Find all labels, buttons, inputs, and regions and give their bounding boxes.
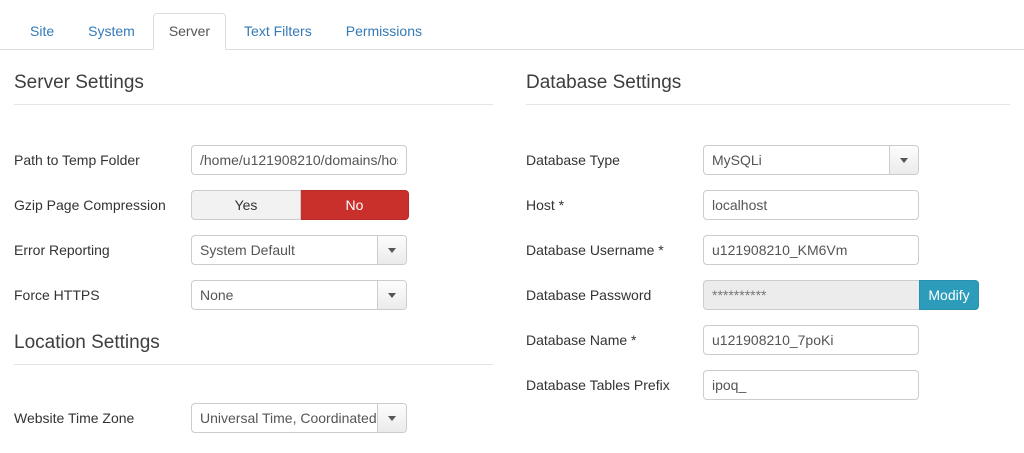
force-https-select[interactable]: None (191, 280, 407, 310)
location-settings-title: Location Settings (14, 331, 493, 365)
host-input[interactable] (703, 190, 919, 220)
database-password-label: Database Password (526, 287, 703, 304)
field-host: Host * (526, 190, 1010, 220)
server-settings-title: Server Settings (14, 71, 493, 105)
field-database-tables-prefix: Database Tables Prefix (526, 370, 1010, 400)
left-column: Server Settings Path to Temp Folder Gzip… (14, 50, 512, 448)
website-timezone-select[interactable]: Universal Time, Coordinated ... (191, 403, 407, 433)
server-tab-panel: Server Settings Path to Temp Folder Gzip… (0, 50, 1024, 448)
right-column: Database Settings Database Type MySQLi H… (512, 50, 1010, 448)
field-database-username: Database Username * (526, 235, 1010, 265)
website-timezone-label: Website Time Zone (14, 410, 191, 427)
settings-tabbar: Site System Server Text Filters Permissi… (0, 13, 1024, 50)
database-type-caret-button[interactable] (889, 146, 918, 174)
database-password-input (703, 280, 919, 310)
database-tables-prefix-input[interactable] (703, 370, 919, 400)
tab-system[interactable]: System (72, 13, 151, 50)
field-database-password: Database Password Modify (526, 280, 1010, 310)
database-type-label: Database Type (526, 152, 703, 169)
caret-down-icon (388, 416, 396, 421)
field-website-timezone: Website Time Zone Universal Time, Coordi… (14, 403, 493, 433)
caret-down-icon (900, 158, 908, 163)
database-password-group: Modify (703, 280, 979, 310)
gzip-compression-label: Gzip Page Compression (14, 197, 191, 214)
tab-permissions[interactable]: Permissions (330, 13, 438, 50)
modify-password-button[interactable]: Modify (919, 280, 979, 310)
database-name-label: Database Name * (526, 332, 703, 349)
gzip-yes-button[interactable]: Yes (191, 190, 301, 220)
error-reporting-select[interactable]: System Default (191, 235, 407, 265)
gzip-no-button[interactable]: No (301, 190, 409, 220)
error-reporting-caret-button[interactable] (377, 236, 406, 264)
field-database-name: Database Name * (526, 325, 1010, 355)
gzip-toggle-group: Yes No (191, 190, 409, 220)
database-type-select[interactable]: MySQLi (703, 145, 919, 175)
database-settings-title: Database Settings (526, 71, 1010, 105)
field-force-https: Force HTTPS None (14, 280, 493, 310)
field-error-reporting: Error Reporting System Default (14, 235, 493, 265)
database-username-label: Database Username * (526, 242, 703, 259)
database-type-value: MySQLi (704, 146, 889, 174)
caret-down-icon (388, 293, 396, 298)
tab-site[interactable]: Site (14, 13, 70, 50)
host-label: Host * (526, 197, 703, 214)
field-database-type: Database Type MySQLi (526, 145, 1010, 175)
error-reporting-value: System Default (192, 236, 377, 264)
database-tables-prefix-label: Database Tables Prefix (526, 377, 703, 394)
tab-text-filters[interactable]: Text Filters (228, 13, 328, 50)
database-name-input[interactable] (703, 325, 919, 355)
error-reporting-label: Error Reporting (14, 242, 191, 259)
tab-server[interactable]: Server (153, 13, 226, 50)
website-timezone-value: Universal Time, Coordinated ... (192, 404, 377, 432)
path-temp-folder-input[interactable] (191, 145, 407, 175)
force-https-label: Force HTTPS (14, 287, 191, 304)
field-path-temp-folder: Path to Temp Folder (14, 145, 493, 175)
force-https-value: None (192, 281, 377, 309)
database-username-input[interactable] (703, 235, 919, 265)
path-temp-folder-label: Path to Temp Folder (14, 152, 191, 169)
field-gzip-compression: Gzip Page Compression Yes No (14, 190, 493, 220)
caret-down-icon (388, 248, 396, 253)
website-timezone-caret-button[interactable] (377, 404, 406, 432)
force-https-caret-button[interactable] (377, 281, 406, 309)
